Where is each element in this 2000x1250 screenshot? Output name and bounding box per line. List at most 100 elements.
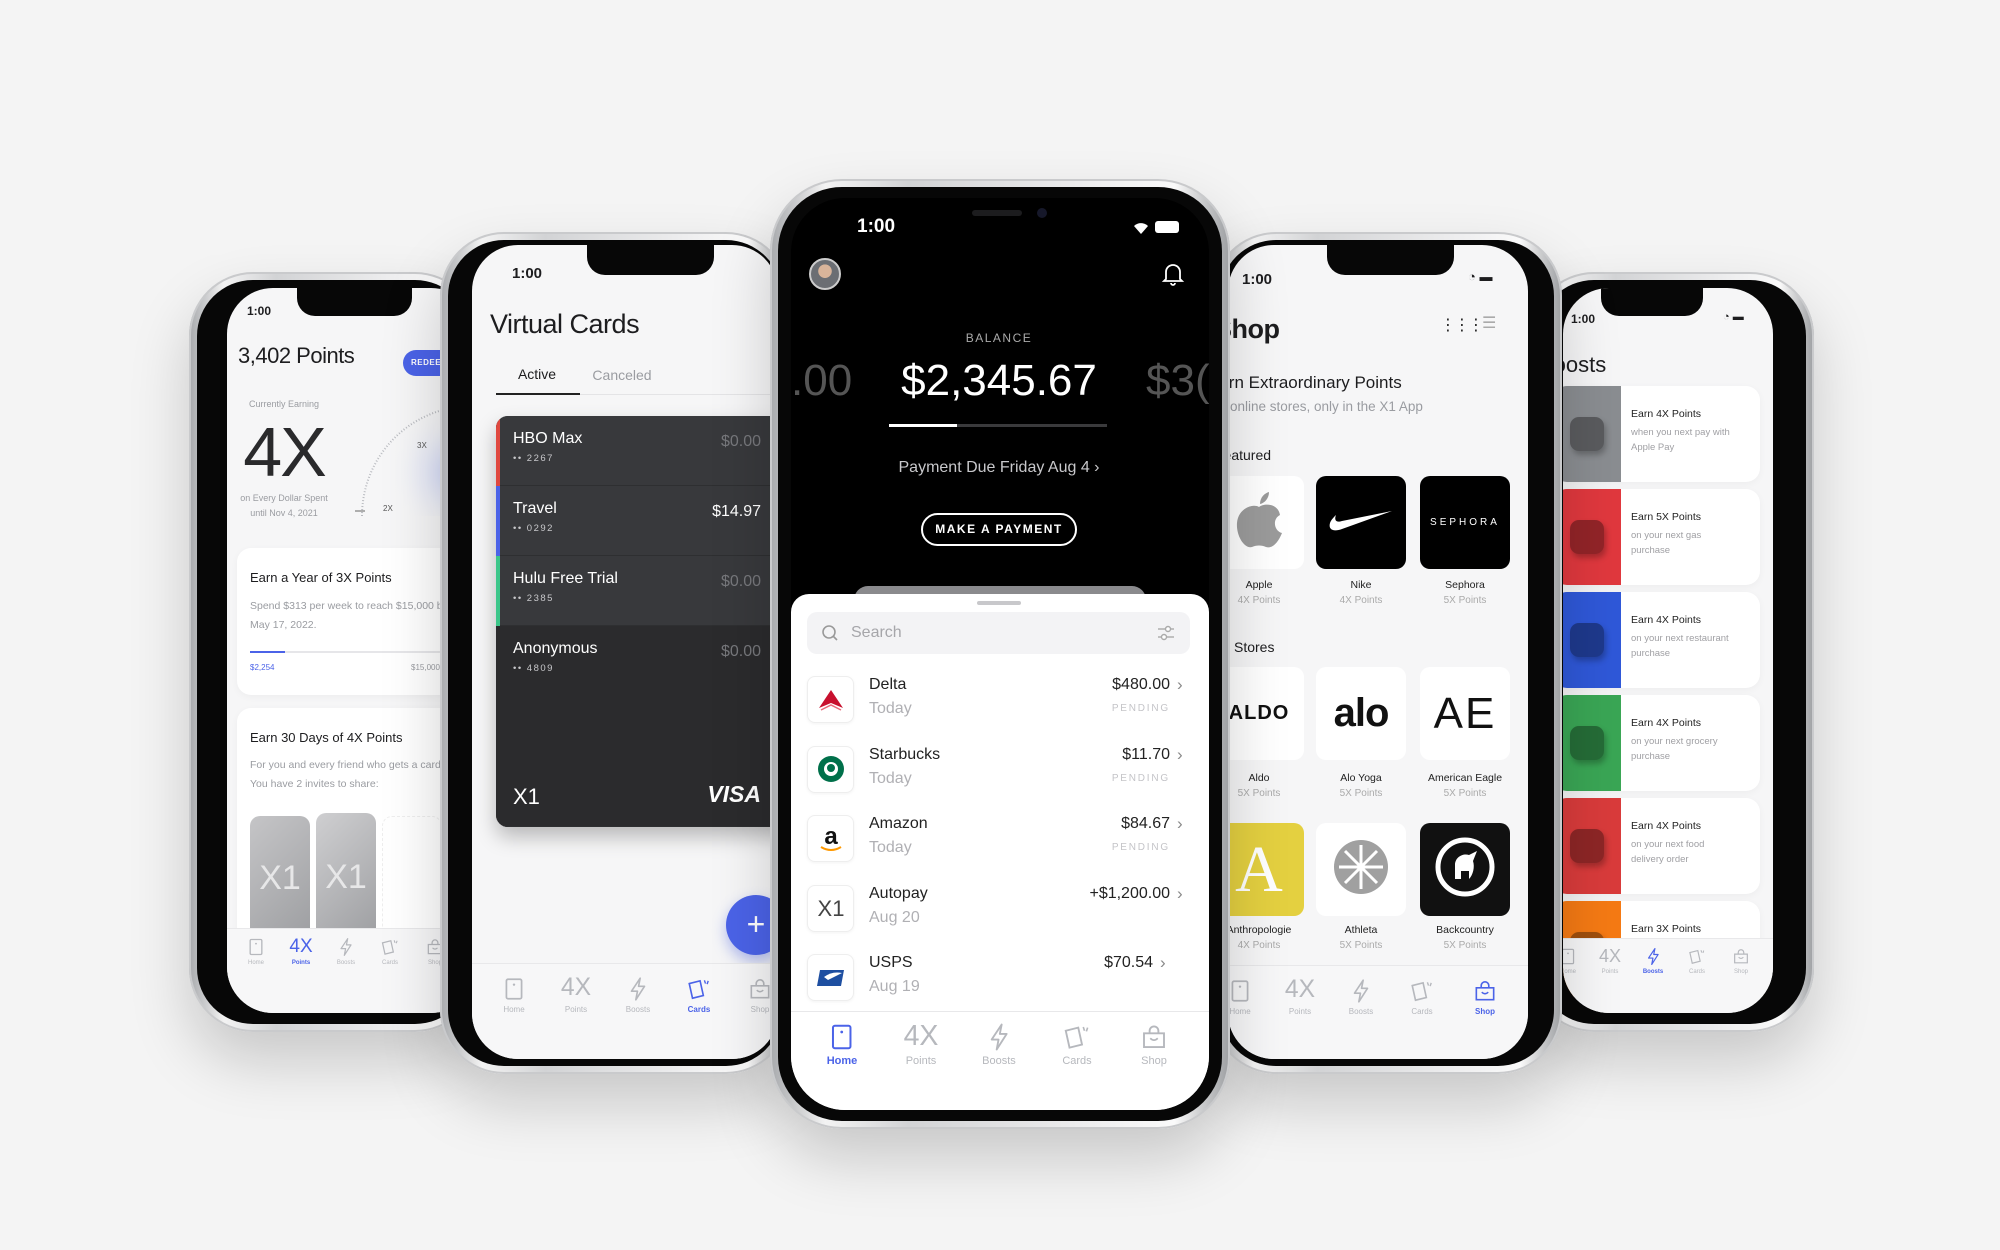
tab-label: Shop — [1475, 1007, 1495, 1016]
payment-due-link[interactable]: Payment Due Friday Aug 4 › — [899, 459, 1100, 477]
tab-boosts[interactable]: Boosts — [1348, 978, 1374, 1016]
tab-canceled[interactable]: Canceled — [592, 367, 651, 383]
invite-card-image[interactable]: X1 — [250, 816, 310, 941]
transaction-row[interactable]: X1 Autopay Aug 20 +$1,200.00 › — [791, 884, 1209, 949]
tab-cards[interactable]: Cards — [1688, 947, 1707, 975]
store-name: Alo Yoga — [1340, 772, 1382, 784]
store-name: Aldo — [1248, 772, 1270, 784]
tab-home[interactable]: Home — [501, 976, 527, 1014]
shop-screen: 1:00 ◔ ▬ Shop ⋮⋮⋮ ☰ Earn Extraordinary P… — [1228, 245, 1528, 1059]
transaction-amount: $480.00 — [1112, 676, 1170, 693]
tab-home[interactable]: Home — [246, 937, 266, 966]
nike-logo-icon — [1328, 507, 1394, 538]
progress-value: $2,254 — [250, 663, 275, 672]
tab-boosts[interactable]: Boosts — [625, 976, 651, 1014]
bell-icon[interactable] — [1161, 261, 1185, 287]
avatar[interactable] — [809, 258, 841, 290]
tab-points[interactable]: 4X Points — [289, 937, 312, 966]
page-title: Virtual Cards — [490, 309, 640, 339]
next-balance[interactable]: $3( — [1146, 356, 1209, 406]
card-text: You have 2 invites to share: — [250, 778, 379, 790]
tab-points[interactable]: 4X Points — [1285, 977, 1315, 1016]
multiplier-expiry: until Nov 4, 2021 — [250, 508, 318, 518]
store-points: 5X Points — [1339, 788, 1383, 799]
store-tile[interactable]: SEPHORA — [1420, 476, 1510, 569]
store-tile[interactable] — [1316, 476, 1406, 569]
tab-cards[interactable]: Cards — [686, 976, 712, 1014]
prev-balance[interactable]: .00 — [791, 356, 852, 406]
boost-card[interactable]: Earn 4X Points on your next restaurant pur… — [1563, 592, 1760, 688]
tab-active[interactable]: Active — [518, 366, 556, 382]
transaction-row[interactable]: a Amazon Today $84.67 PENDING › — [791, 814, 1209, 879]
search-bar[interactable]: Search — [807, 612, 1190, 654]
store-tile[interactable] — [1228, 476, 1304, 569]
transaction-date: Aug 19 — [869, 978, 920, 995]
tab-boosts[interactable]: Boosts — [982, 1022, 1016, 1067]
card-text: Spend $313 per week to reach $15,000 by — [250, 600, 448, 612]
card-number: •• 2267 — [513, 453, 554, 464]
tab-boosts[interactable]: Boosts — [1643, 947, 1663, 975]
filter-icon[interactable] — [1157, 624, 1175, 642]
tab-points[interactable]: 4X Points — [1599, 947, 1621, 975]
tab-home[interactable]: Home — [1228, 978, 1253, 1016]
tab-boosts[interactable]: Boosts — [336, 937, 356, 966]
transaction-amount: $11.70 — [1122, 745, 1170, 763]
tab-label: Cards — [1688, 969, 1705, 975]
sheet-handle[interactable] — [977, 601, 1021, 605]
card-title: Earn a Year of 3X Points — [250, 570, 392, 585]
transaction-row[interactable]: USPS Aug 19 $70.54 › — [791, 953, 1209, 1018]
store-points: 5X Points — [1237, 788, 1281, 799]
home-icon — [1228, 978, 1253, 1004]
front-camera — [972, 210, 1022, 216]
locked-invite-slot — [382, 816, 442, 941]
store-tile[interactable] — [1420, 823, 1510, 916]
tab-shop[interactable]: Shop — [1472, 978, 1498, 1016]
search-input[interactable]: Search — [851, 624, 902, 642]
store-tile[interactable]: ALDO — [1228, 667, 1304, 760]
payment-due-text: Payment Due Friday Aug 4 — [898, 459, 1090, 476]
store-tile[interactable] — [1316, 823, 1406, 916]
tab-points[interactable]: 4X Points — [561, 975, 591, 1014]
boost-description: purchase — [1631, 545, 1671, 556]
list-view-icon[interactable]: ☰ — [1482, 313, 1496, 333]
tab-cards[interactable]: Cards — [380, 937, 400, 966]
wifi-icon — [1134, 223, 1148, 234]
store-name: Athleta — [1344, 924, 1378, 936]
tab-shop[interactable]: Shop — [1732, 947, 1751, 975]
points-glyph-icon: 4X — [903, 1020, 939, 1052]
virtual-card[interactable]: Hulu Free Trial •• 2385 $0.00 — [496, 556, 778, 626]
usps-logo-icon — [807, 954, 854, 1001]
make-payment-button[interactable]: MAKE A PAYMENT — [921, 513, 1077, 546]
tab-cards[interactable]: Cards — [1409, 978, 1435, 1016]
tab-underline — [496, 393, 580, 395]
store-tile[interactable]: alo — [1316, 667, 1406, 760]
card-stack: HBO Max •• 2267 $0.00 Travel •• 0292 $14.97 Hu… — [496, 416, 778, 827]
boost-description: purchase — [1631, 648, 1671, 659]
tab-home[interactable]: Home — [1563, 947, 1578, 975]
boost-description: purchase — [1631, 751, 1671, 762]
store-tile[interactable]: A — [1228, 823, 1304, 916]
store-tile[interactable]: AE — [1420, 667, 1510, 760]
transaction-date: Today — [869, 769, 912, 787]
phone-boosts: 1:00 ◔ ▬ Boosts Earn 4X Points when you n… — [1530, 272, 1814, 1032]
tab-cards[interactable]: Cards — [1062, 1022, 1092, 1067]
boost-card[interactable]: Earn 4X Points on your next grocery purcha… — [1563, 695, 1760, 791]
tab-shop[interactable]: Shop — [1139, 1022, 1169, 1067]
boost-card[interactable]: Earn 4X Points when you next pay with Appl… — [1563, 386, 1760, 482]
boost-card[interactable]: Earn 5X Points on your next gas purchase — [1563, 489, 1760, 585]
boost-card[interactable]: Earn 4X Points on your next food delivery … — [1563, 798, 1760, 894]
tab-points[interactable]: 4X Points — [904, 1022, 939, 1067]
invite-card-image[interactable]: X1 — [316, 813, 376, 941]
virtual-card[interactable]: HBO Max •• 2267 $0.00 — [496, 416, 778, 486]
transaction-row[interactable]: Delta Today $480.00 PENDING › — [791, 675, 1209, 740]
virtual-card[interactable]: Travel •• 0292 $14.97 — [496, 486, 778, 556]
tab-home[interactable]: Home — [827, 1022, 857, 1067]
card-text: May 17, 2022. — [250, 619, 317, 631]
grid-view-icon[interactable]: ⋮⋮⋮ — [1440, 315, 1484, 335]
tab-label: Cards — [1062, 1055, 1092, 1067]
status-badge: PENDING — [1111, 772, 1170, 784]
home-icon — [246, 937, 266, 957]
boost-description: on your next food — [1631, 839, 1705, 850]
cards-icon — [1688, 947, 1707, 966]
transaction-row[interactable]: Starbucks Today $11.70 PENDING › — [791, 745, 1209, 810]
